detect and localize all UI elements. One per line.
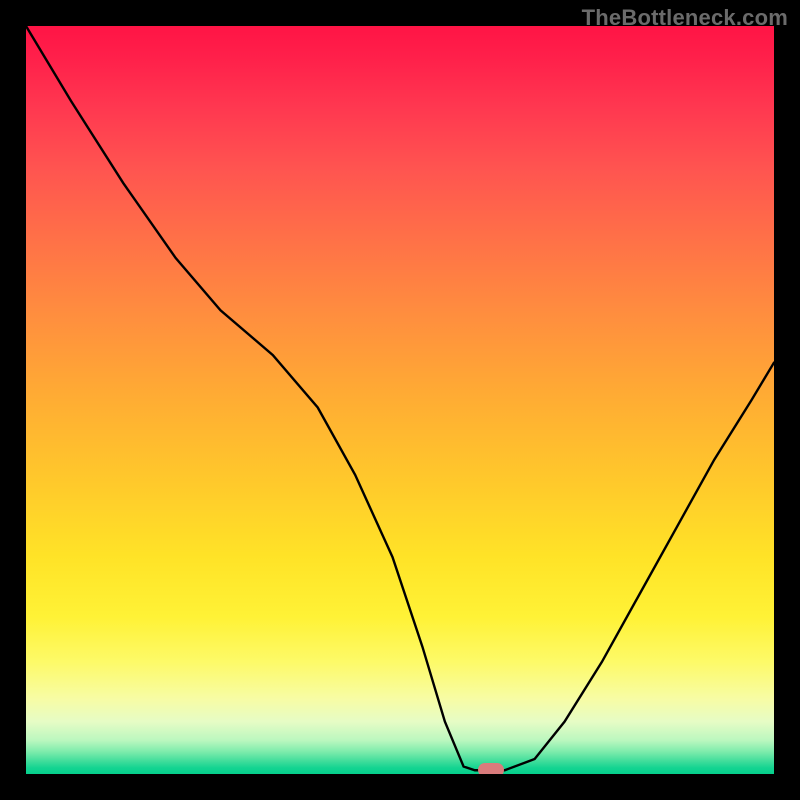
chart-curve-layer <box>26 26 774 774</box>
plot-area <box>26 26 774 774</box>
chart-curve <box>26 26 774 770</box>
chart-frame: TheBottleneck.com <box>0 0 800 800</box>
watermark-text: TheBottleneck.com <box>582 5 788 31</box>
chart-marker <box>478 763 504 774</box>
